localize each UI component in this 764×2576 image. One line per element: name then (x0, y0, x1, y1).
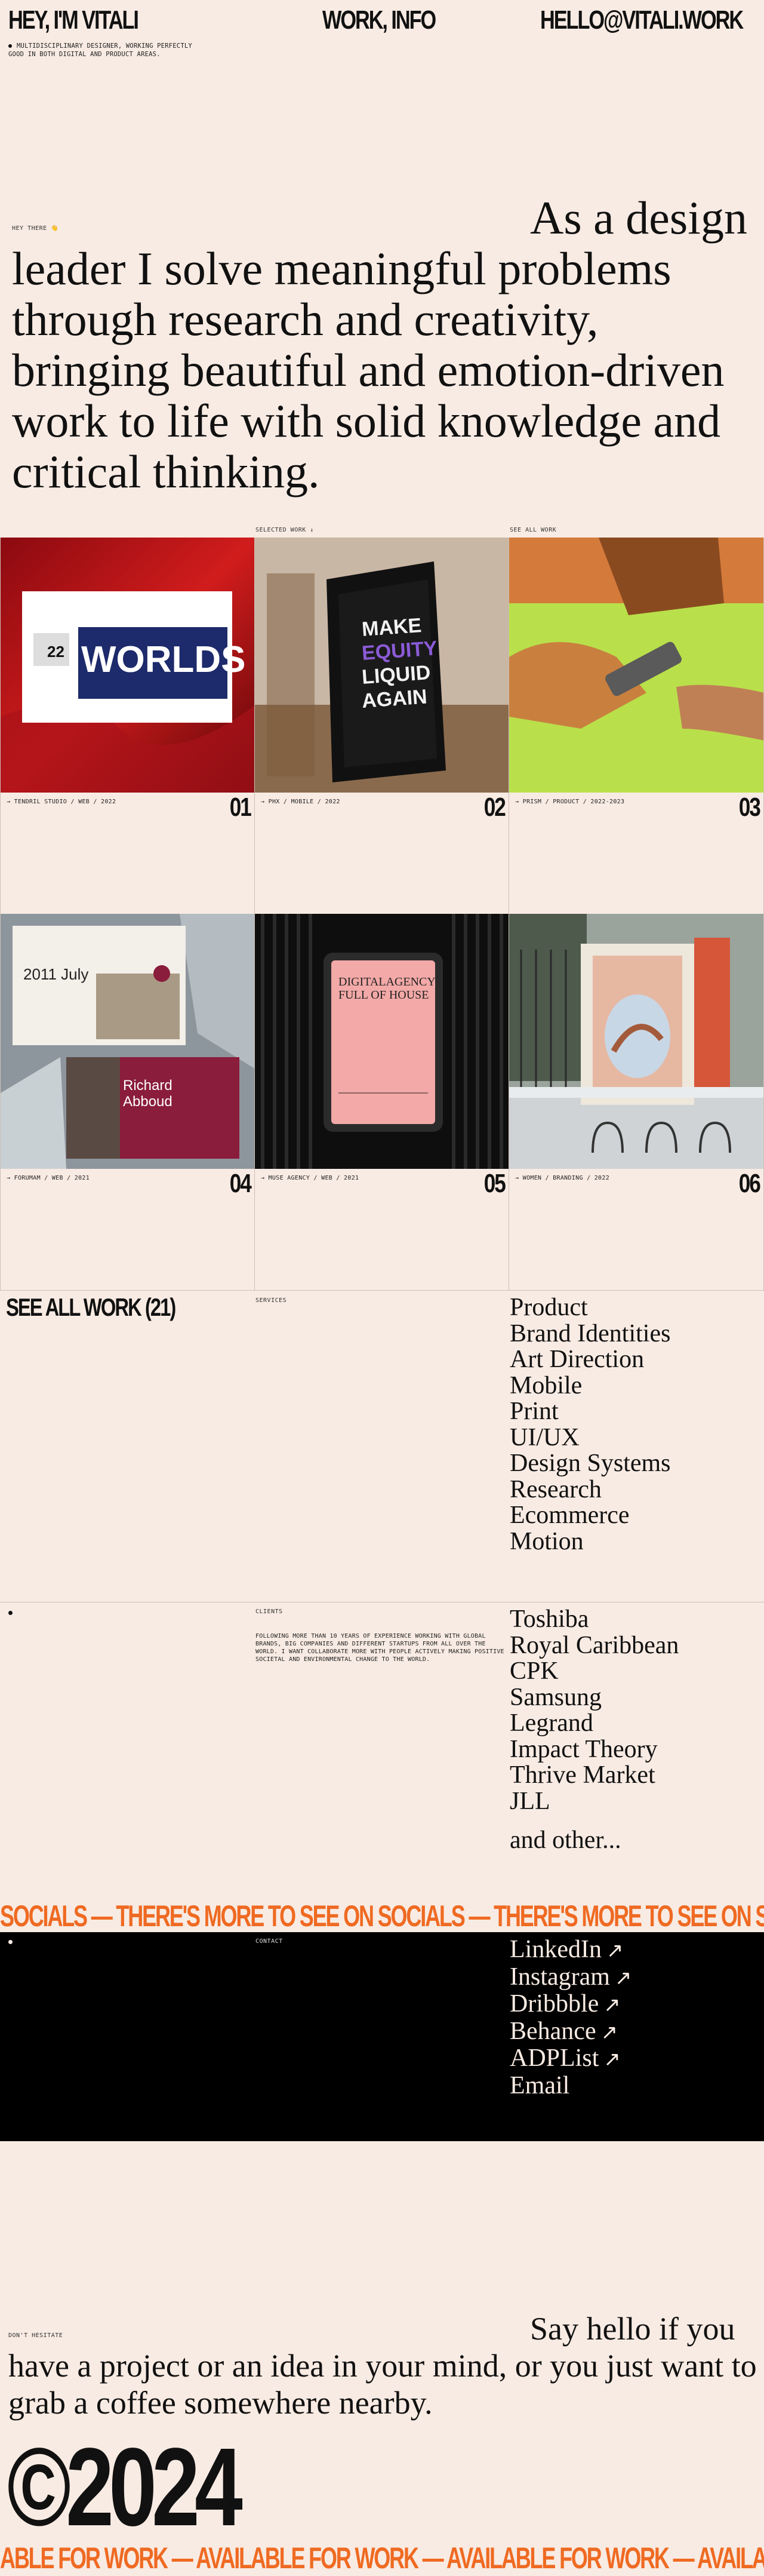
service-item: Design Systems (510, 1450, 671, 1477)
contact-label: CONTACT (255, 1938, 283, 1945)
client-item: Thrive Market (510, 1761, 655, 1789)
project-meta: → WOMEN / BRANDING / 2022 (515, 1175, 610, 1181)
intro-statement: As a design leader I solve meaningful pr… (12, 192, 747, 498)
service-item: Research (510, 1475, 602, 1503)
project-image: MAKE EQUITY LIQUID AGAIN (255, 538, 509, 793)
project-image: 2011 July Richard Abboud (1, 914, 254, 1169)
see-all-work-button[interactable]: SEE ALL WORK (21) (6, 1295, 176, 1320)
project-number: 04 (230, 1169, 252, 1198)
site-header: HEY, I'M VITALI WORK, INFO HELLO@VITALI.… (0, 0, 764, 60)
svg-text:Richard: Richard (123, 1077, 172, 1094)
project-number: 01 (230, 793, 252, 822)
arrow-up-right-icon: ↗ (603, 2047, 621, 2071)
email-link[interactable]: HELLO@VITALI.WORK (540, 7, 744, 33)
clients-label: CLIENTS (255, 1608, 283, 1615)
contact-links: LinkedIn ↗ Instagram ↗ Dribbble ↗ Behance ↗ … (510, 1936, 631, 2099)
copyright: ©2024 (7, 2425, 243, 2549)
project-meta: → PRISM / PRODUCT / 2022-2023 (515, 799, 625, 805)
svg-text:LIQUID: LIQUID (361, 661, 432, 689)
project-number: 02 (484, 793, 506, 822)
services-list: Product Brand Identities Art Direction M… (510, 1294, 671, 1555)
arrow-up-right-icon: ↗ (603, 1993, 621, 2017)
project-meta: → PHX / MOBILE / 2022 (261, 799, 340, 805)
linkedin-link[interactable]: LinkedIn ↗ (510, 1936, 631, 1964)
client-item: JLL (510, 1787, 550, 1815)
client-item: Samsung (510, 1683, 602, 1711)
project-image (509, 914, 763, 1169)
marquee-text: SOCIALS — THERE'S MORE TO SEE ON SOCIALS… (0, 1901, 764, 1932)
poster-text: WORLDS (81, 639, 246, 680)
work-grid: WORLDS 22 → TENDRIL STUDIO / WEB / 2022 … (0, 538, 764, 1291)
svg-text:Abboud: Abboud (123, 1094, 172, 1110)
client-item: and other... (510, 1826, 621, 1854)
bullet-icon (8, 1611, 13, 1615)
clients-description: FOLLOWING MORE THAN 10 YEARS OF EXPERIEN… (255, 1633, 504, 1663)
svg-text:DIGITALAGENCY: DIGITALAGENCY (338, 975, 436, 988)
date-text: 2011 July (23, 965, 88, 983)
nav-work-info[interactable]: WORK, INFO (322, 7, 436, 33)
project-image: DIGITALAGENCY FULL OF HOUSE (255, 914, 509, 1169)
client-item: Royal Caribbean (510, 1631, 679, 1659)
service-item: Ecommerce (510, 1502, 630, 1529)
service-item: Brand Identities (510, 1319, 671, 1347)
behance-link[interactable]: Behance ↗ (510, 2018, 631, 2046)
divider (0, 1290, 764, 1291)
socials-marquee: SOCIALS — THERE'S MORE TO SEE ON SOCIALS… (0, 1901, 764, 1932)
service-item: Motion (510, 1527, 584, 1555)
service-item: Product (510, 1294, 588, 1321)
work-card-01[interactable]: WORLDS 22 → TENDRIL STUDIO / WEB / 2022 … (0, 538, 255, 914)
contact-section: CONTACT LinkedIn ↗ Instagram ↗ Dribbble ↗ B… (0, 1932, 764, 2141)
marquee-text: ABLE FOR WORK — AVAILABLE FOR WORK — AVA… (0, 2543, 764, 2575)
svg-text:22: 22 (47, 643, 64, 661)
services-label: SERVICES (255, 1297, 287, 1304)
client-item: Toshiba (510, 1605, 589, 1633)
client-item: Legrand (510, 1709, 593, 1737)
bullet-icon (8, 44, 12, 48)
service-item: Print (510, 1398, 559, 1425)
project-meta: → TENDRIL STUDIO / WEB / 2022 (7, 799, 116, 805)
arrow-up-right-icon: ↗ (614, 1966, 632, 1990)
project-image: WORLDS 22 (1, 538, 254, 793)
dribbble-link[interactable]: Dribbble ↗ (510, 1991, 631, 2019)
selected-work-label: SELECTED WORK ↓ (255, 527, 314, 533)
clients-list: Toshiba Royal Caribbean CPK Samsung Legr… (510, 1605, 679, 1854)
project-number: 05 (484, 1169, 506, 1198)
client-item: Impact Theory (510, 1735, 658, 1763)
work-card-06[interactable]: → WOMEN / BRANDING / 2022 06 (509, 914, 764, 1290)
client-item: CPK (510, 1657, 559, 1685)
availability-marquee: ABLE FOR WORK — AVAILABLE FOR WORK — AVA… (0, 2543, 764, 2576)
svg-text:AGAIN: AGAIN (361, 685, 428, 713)
service-item: Art Direction (510, 1346, 645, 1373)
work-card-02[interactable]: MAKE EQUITY LIQUID AGAIN → PHX / MOBILE … (254, 538, 509, 914)
service-item: UI/UX (510, 1423, 580, 1451)
email-contact-link[interactable]: Email (510, 2073, 631, 2099)
instagram-link[interactable]: Instagram ↗ (510, 1964, 631, 1992)
project-meta: → MUSE AGENCY / WEB / 2021 (261, 1175, 359, 1181)
project-number: 06 (739, 1169, 761, 1198)
adplist-link[interactable]: ADPList ↗ (510, 2045, 631, 2073)
project-meta: → FORUMAM / WEB / 2021 (7, 1175, 90, 1181)
footer-message: Say hello if you have a project or an id… (8, 2311, 757, 2421)
bullet-icon (8, 1940, 13, 1944)
work-card-03[interactable]: → PRISM / PRODUCT / 2022-2023 03 (509, 538, 764, 914)
tagline: MULTIDISCIPLINARY DESIGNER, WORKING PERF… (8, 42, 192, 58)
project-image (509, 538, 763, 793)
see-all-work-link[interactable]: SEE ALL WORK (510, 527, 556, 533)
svg-text:MAKE: MAKE (361, 614, 423, 641)
arrow-up-right-icon: ↗ (600, 2020, 618, 2044)
service-item: Mobile (510, 1371, 583, 1399)
project-number: 03 (739, 793, 761, 822)
home-link[interactable]: HEY, I'M VITALI (8, 7, 139, 33)
svg-text:FULL OF HOUSE: FULL OF HOUSE (338, 988, 429, 1002)
arrow-up-right-icon: ↗ (606, 1939, 624, 1963)
work-card-05[interactable]: DIGITALAGENCY FULL OF HOUSE → MUSE AGENC… (254, 914, 509, 1290)
work-card-04[interactable]: 2011 July Richard Abboud → FORUMAM / WEB… (0, 914, 255, 1290)
